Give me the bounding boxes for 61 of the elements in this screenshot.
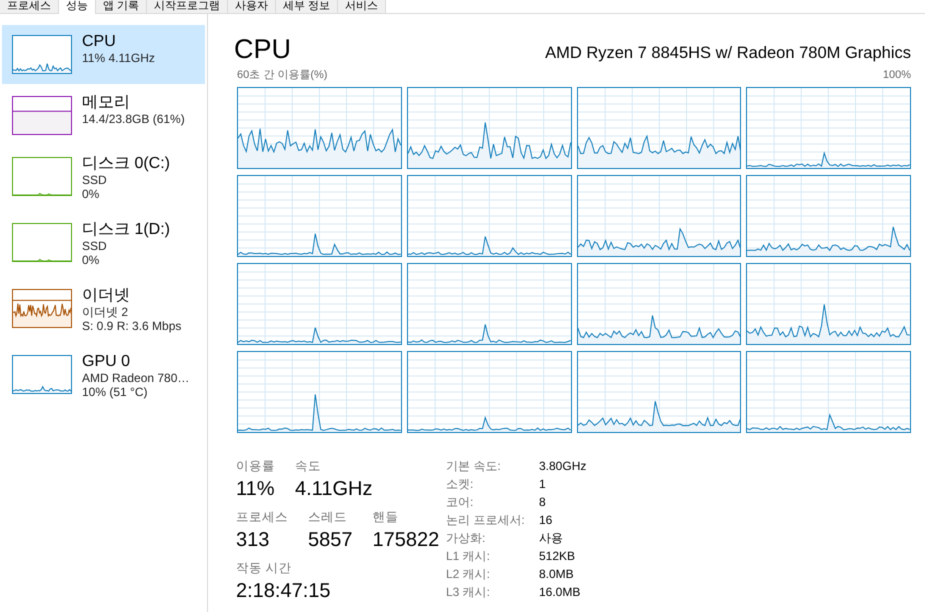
graph-max-label: 100% [882,68,911,82]
tab[interactable]: 서비스 [338,0,386,13]
detail-value: 3.80GHz [539,458,586,475]
tab[interactable]: 세부 정보 [276,0,338,13]
device-name: 디스크 1(D:) [82,221,170,239]
detail-label: 논리 프로세서: [446,512,526,529]
device-name: 이더넷 [82,287,131,305]
device-name: CPU [82,33,117,51]
stat-label: 속도 [295,458,322,475]
stat-label: 스레드 [308,509,348,526]
detail-value: 8 [539,494,547,511]
sidebar-item[interactable]: 디스크 1(D:) SSD 0% [2,213,205,277]
detail-value: 16 [539,512,554,529]
device-detail: SSD [82,239,108,253]
detail-label: L1 캐시: [446,548,492,565]
tab[interactable]: 앱 기록 [96,0,148,13]
tab[interactable]: 성능 [59,0,96,14]
stat-label: 이용률 [236,458,275,475]
page-title: CPU [234,34,292,64]
device-detail: 이더넷 2 [82,305,130,319]
sidebar-item[interactable]: CPU 11% 4.11GHz [2,25,205,84]
stat-value: 11% [236,477,275,502]
device-name: GPU 0 [82,353,132,371]
tab[interactable]: 시작프로그램 [147,0,228,13]
detail-value: 512KB [539,548,576,565]
stat-value: 5857 [308,528,352,553]
tab[interactable]: 사용자 [228,0,276,13]
detail-label: 기본 속도: [446,458,502,475]
tab[interactable]: 프로세스 [0,0,59,13]
sidebar-item[interactable]: 메모리 14.4/23.8GB (61%) [2,86,205,145]
processor-model: AMD Ryzen 7 8845HS w/ Radeon 780M Graphics [545,44,911,63]
stat-label: 핸들 [372,509,400,526]
detail-value: 1 [539,476,547,493]
detail-label: 코어: [446,494,474,511]
device-name: 메모리 [82,94,131,112]
stat-value: 175822 [372,528,440,553]
detail-value: 사용 [539,530,564,547]
stat-value: 2:18:47:15 [236,579,331,604]
stat-label: 작동 시간 [236,560,292,577]
device-detail: AMD Radeon 780… [82,371,190,385]
device-name: 디스크 0(C:) [82,155,170,173]
graph-caption: 60초 간 이용률(%) [237,68,328,82]
sidebar-item[interactable]: GPU 0 AMD Radeon 780… 10% (51 °C) [2,345,205,409]
stat-value: 313 [236,528,270,553]
detail-label: L2 캐시: [446,566,492,583]
detail-value: 8.0MB [539,566,575,583]
device-detail: 14.4/23.8GB (61%) [82,112,185,126]
device-detail: 0% [82,253,100,267]
detail-value: 16.0MB [539,584,582,601]
sidebar-item[interactable]: 디스크 0(C:) SSD 0% [2,147,205,211]
device-detail: 0% [82,187,100,201]
stat-value: 4.11GHz [295,477,372,502]
detail-label: 가상화: [446,530,486,547]
device-detail: SSD [82,173,108,187]
stat-label: 프로세스 [236,509,288,526]
device-detail: 10% (51 °C) [82,385,148,399]
device-detail: S: 0.9 R: 3.6 Mbps [82,319,182,333]
detail-label: 소켓: [446,476,474,493]
detail-label: L3 캐시: [446,584,492,601]
sidebar-item[interactable]: 이더넷 이더넷 2 S: 0.9 R: 3.6 Mbps [2,279,205,343]
device-detail: 11% 4.11GHz [82,51,155,65]
